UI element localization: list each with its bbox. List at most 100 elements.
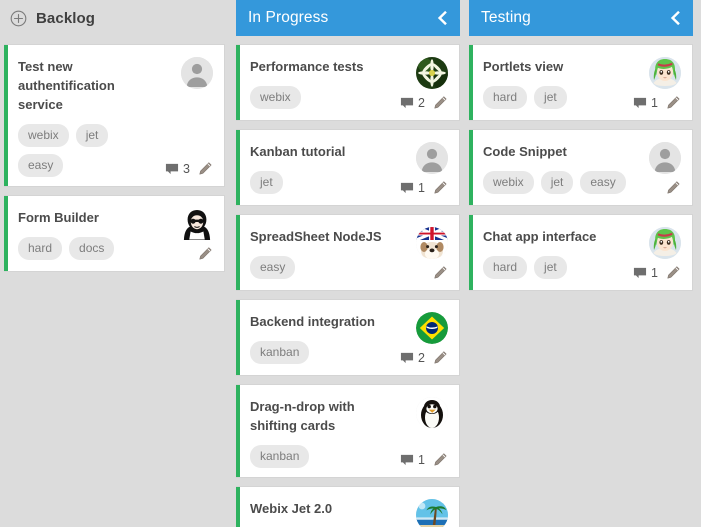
card-right <box>416 227 448 281</box>
card-title: Drag-n-drop with shifting cards <box>250 399 355 433</box>
card-meta: 1 <box>400 452 448 468</box>
kanban-card[interactable]: Chat app interface hard jet 1 <box>469 214 693 291</box>
card-body: Drag-n-drop with shifting cards kanban 1 <box>250 397 448 468</box>
card-meta <box>430 265 448 281</box>
card-tags: jet <box>250 171 394 194</box>
column-header-in-progress[interactable]: In Progress <box>236 0 460 36</box>
kanban-card[interactable]: Code Snippet webix jet easy <box>469 129 693 206</box>
chevron-left-icon[interactable] <box>668 10 683 26</box>
card-main: SpreadSheet NodeJS easy <box>250 227 410 279</box>
tag[interactable]: docs <box>69 237 115 260</box>
card-title: Portlets view <box>483 59 564 74</box>
tag[interactable]: easy <box>250 256 296 279</box>
comment-count-group: 1 <box>400 453 425 467</box>
card-right: 1 <box>633 227 681 281</box>
comment-icon <box>165 163 179 174</box>
edit-pencil-icon[interactable] <box>432 265 448 281</box>
card-body: Form Builder hard docs <box>18 208 213 262</box>
tag[interactable]: jet <box>534 256 567 279</box>
card-list-testing: Portlets view hard jet 1 Code Snippet webix je… <box>469 44 693 527</box>
person-placeholder-icon[interactable] <box>649 142 681 174</box>
card-body: Kanban tutorial jet 1 <box>250 142 448 196</box>
person-placeholder-icon[interactable] <box>416 142 448 174</box>
card-meta <box>663 180 681 196</box>
tag[interactable]: jet <box>534 86 567 109</box>
tag[interactable]: easy <box>18 154 64 177</box>
comment-icon <box>400 454 414 465</box>
card-title: Form Builder <box>18 210 99 225</box>
kanban-card[interactable]: Test new authentification service webix je… <box>4 44 225 187</box>
kanban-card[interactable]: Kanban tutorial jet 1 <box>236 129 460 206</box>
edit-pencil-icon[interactable] <box>197 246 213 262</box>
card-right <box>416 499 448 527</box>
card-main: Chat app interface hard jet <box>483 227 627 279</box>
kanban-card[interactable]: Performance tests webix 2 <box>236 44 460 121</box>
flower-photo-avatar[interactable] <box>416 57 448 89</box>
tag[interactable]: jet <box>540 171 574 194</box>
card-meta: 2 <box>400 95 448 111</box>
chevron-left-icon[interactable] <box>435 10 450 26</box>
card-meta: 2 <box>400 350 448 366</box>
card-tags: webix jet easy <box>483 171 643 194</box>
tag[interactable]: kanban <box>250 341 310 364</box>
card-body: Code Snippet webix jet easy <box>483 142 681 196</box>
comment-count-group: 2 <box>400 96 425 110</box>
bulldog-flag-avatar[interactable] <box>416 227 448 259</box>
edit-pencil-icon[interactable] <box>665 265 681 281</box>
palm-beach-avatar[interactable] <box>416 499 448 527</box>
tag[interactable]: webix <box>250 86 301 109</box>
card-tags: easy <box>250 256 410 279</box>
cartoon-face-avatar[interactable] <box>181 208 213 240</box>
card-title: Kanban tutorial <box>250 144 346 159</box>
edit-pencil-icon[interactable] <box>432 180 448 196</box>
tag[interactable]: jet <box>75 124 109 147</box>
tag[interactable]: easy <box>580 171 626 194</box>
column-header-backlog[interactable]: Backlog <box>4 0 225 36</box>
tag[interactable]: hard <box>483 86 528 109</box>
column-header-testing[interactable]: Testing <box>469 0 693 36</box>
kanban-card[interactable]: Drag-n-drop with shifting cards kanban 1 <box>236 384 460 478</box>
anime-girl-avatar[interactable] <box>649 57 681 89</box>
edit-pencil-icon[interactable] <box>197 161 213 177</box>
plus-circle-icon[interactable] <box>10 10 27 27</box>
card-right: 1 <box>400 142 448 196</box>
penguin-avatar[interactable] <box>416 397 448 429</box>
card-right: 2 <box>400 57 448 111</box>
comment-count: 1 <box>651 266 658 280</box>
card-tags: hard jet <box>483 256 627 279</box>
kanban-card[interactable]: Webix Jet 2.0hard <box>236 486 460 527</box>
edit-pencil-icon[interactable] <box>432 95 448 111</box>
card-tags: kanban <box>250 445 394 468</box>
tag[interactable]: webix <box>483 171 534 194</box>
column-in-progress: In Progress Performance tests webix 2 Kanban… <box>231 0 464 527</box>
comment-count: 2 <box>418 96 425 110</box>
tag[interactable]: jet <box>250 171 283 194</box>
brazil-flag-avatar[interactable] <box>416 312 448 344</box>
person-placeholder-icon[interactable] <box>181 57 213 89</box>
card-title: Webix Jet 2.0 <box>250 501 333 516</box>
card-title: SpreadSheet NodeJS <box>250 229 382 244</box>
edit-pencil-icon[interactable] <box>432 350 448 366</box>
tag[interactable]: hard <box>18 237 63 260</box>
anime-girl-avatar[interactable] <box>649 227 681 259</box>
comment-icon <box>400 97 414 108</box>
tag[interactable]: hard <box>483 256 528 279</box>
card-right <box>649 142 681 196</box>
card-body: Webix Jet 2.0hard <box>250 499 448 527</box>
kanban-card[interactable]: SpreadSheet NodeJS easy <box>236 214 460 291</box>
kanban-card[interactable]: Backend integration kanban 2 <box>236 299 460 376</box>
tag[interactable]: webix <box>18 124 69 147</box>
edit-pencil-icon[interactable] <box>432 452 448 468</box>
comment-icon <box>400 182 414 193</box>
card-tags: hard jet <box>483 86 627 109</box>
edit-pencil-icon[interactable] <box>665 180 681 196</box>
column-backlog: Backlog Test new authentification service… <box>0 0 231 527</box>
tag[interactable]: kanban <box>250 445 310 468</box>
edit-pencil-icon[interactable] <box>665 95 681 111</box>
kanban-card[interactable]: Portlets view hard jet 1 <box>469 44 693 121</box>
comment-icon <box>633 97 647 108</box>
card-right: 1 <box>633 57 681 111</box>
card-main: Kanban tutorial jet <box>250 142 394 194</box>
card-tags: hard docs <box>18 237 175 260</box>
kanban-card[interactable]: Form Builder hard docs <box>4 195 225 272</box>
